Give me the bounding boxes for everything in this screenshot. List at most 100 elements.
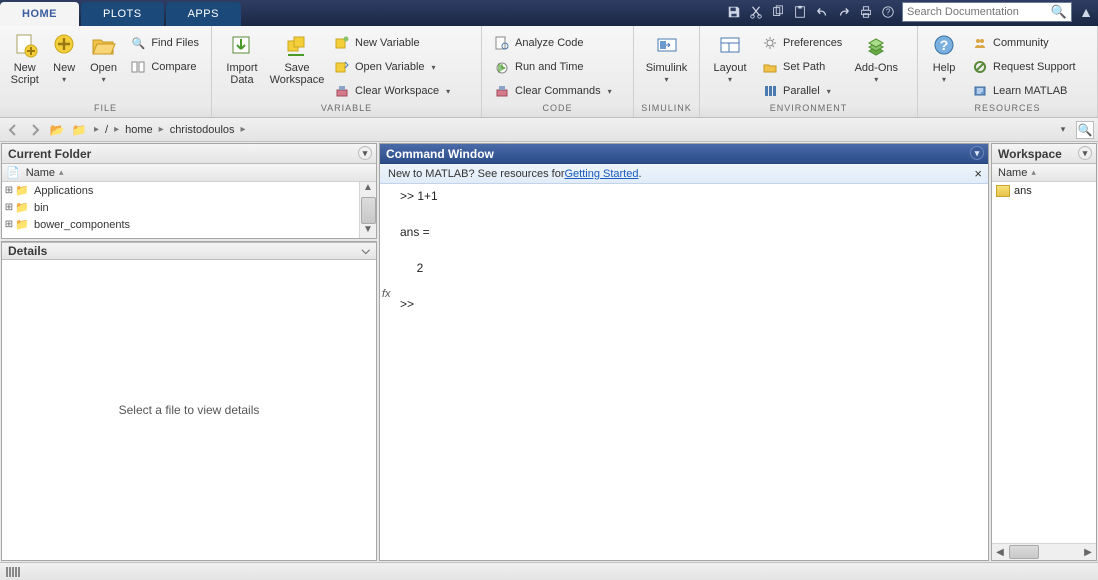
breadcrumb-user[interactable]: christodoulos — [170, 124, 235, 136]
redo-icon[interactable] — [836, 4, 852, 20]
save-icon[interactable] — [726, 4, 742, 20]
horizontal-scrollbar[interactable]: ◀▶ — [992, 543, 1096, 560]
scroll-right-icon[interactable]: ▶ — [1080, 547, 1096, 558]
up-folder-icon[interactable]: 📂 — [48, 121, 66, 139]
open-variable-button[interactable]: Open Variable▾ — [328, 56, 456, 78]
parallel-icon — [762, 83, 778, 99]
tab-home[interactable]: HOME — [0, 2, 79, 26]
fx-prompt-icon[interactable]: fx — [382, 286, 391, 303]
details-title[interactable]: Details ⌵ — [2, 242, 376, 260]
search-icon[interactable]: 🔍 — [1051, 4, 1067, 20]
analyze-code-button[interactable]: Analyze Code — [488, 32, 618, 54]
details-title-label: Details — [8, 244, 47, 258]
learn-matlab-button[interactable]: Learn MATLAB — [966, 80, 1082, 102]
current-folder-title[interactable]: Current Folder▾ — [2, 144, 376, 164]
clear-commands-icon — [494, 83, 510, 99]
close-banner-icon[interactable]: × — [974, 166, 982, 181]
vertical-scrollbar[interactable]: ▲▼ — [359, 182, 376, 238]
layout-button[interactable]: Layout — [706, 30, 754, 86]
find-files-button[interactable]: 🔍Find Files — [124, 32, 205, 54]
cut-icon[interactable] — [748, 4, 764, 20]
undo-icon[interactable] — [814, 4, 830, 20]
expand-icon[interactable]: ⊞ — [4, 202, 14, 213]
variable-icon — [996, 185, 1010, 197]
scroll-up-icon[interactable]: ▲ — [363, 182, 373, 196]
file-tree-row[interactable]: ⊞📁bower_components — [2, 216, 376, 233]
expand-icon[interactable]: ⊞ — [4, 185, 14, 196]
chevron-down-icon[interactable]: ⌵ — [362, 245, 370, 258]
simulink-icon — [653, 32, 681, 60]
open-folder-icon — [90, 32, 118, 60]
name-column-label: Name — [26, 167, 55, 179]
workspace-title[interactable]: Workspace▾ — [992, 144, 1096, 164]
help-qat-icon[interactable]: ? — [880, 4, 896, 20]
support-label: Request Support — [993, 61, 1076, 73]
panel-menu-icon[interactable]: ▾ — [1078, 146, 1092, 160]
svg-text:?: ? — [886, 8, 891, 17]
expand-icon[interactable]: ⊞ — [4, 219, 14, 230]
dropdown-icon: ▾ — [446, 87, 450, 96]
breadcrumb-home[interactable]: home — [125, 124, 153, 136]
panel-menu-icon[interactable]: ▾ — [358, 146, 372, 160]
open-button[interactable]: Open — [85, 30, 122, 86]
main-layout: Current Folder▾ 📄Name▴ ⊞📁Applications ⊞📁… — [0, 142, 1098, 562]
set-path-button[interactable]: Set Path — [756, 56, 848, 78]
breadcrumb-dropdown-icon[interactable]: ▾ — [1054, 121, 1072, 139]
file-tree-row[interactable]: ⊞📁Applications — [2, 182, 376, 199]
workspace-name-column[interactable]: Name▴ — [992, 164, 1096, 182]
file-tree: ⊞📁Applications ⊞📁bin ⊞📁bower_components … — [2, 182, 376, 238]
parallel-button[interactable]: Parallel▾ — [756, 80, 848, 102]
file-tree-row[interactable]: ⊞📁bin — [2, 199, 376, 216]
paste-icon[interactable] — [792, 4, 808, 20]
group-environment-label: ENVIRONMENT — [700, 103, 917, 117]
current-folder-panel: Current Folder▾ 📄Name▴ ⊞📁Applications ⊞📁… — [1, 143, 377, 239]
simulink-button[interactable]: Simulink — [640, 30, 693, 86]
community-button[interactable]: Community — [966, 32, 1082, 54]
breadcrumb-root[interactable]: / — [105, 124, 108, 136]
preferences-button[interactable]: Preferences — [756, 32, 848, 54]
forward-icon[interactable] — [26, 121, 44, 139]
copy-icon[interactable] — [770, 4, 786, 20]
new-variable-button[interactable]: New Variable — [328, 32, 456, 54]
addons-button[interactable]: Add-Ons — [850, 30, 902, 86]
import-data-button[interactable]: ImportData — [218, 30, 266, 86]
search-input[interactable] — [907, 6, 1051, 18]
group-file-label: FILE — [0, 103, 211, 117]
request-support-button[interactable]: Request Support — [966, 56, 1082, 78]
layout-label: Layout — [713, 62, 746, 86]
search-folder-icon[interactable]: 🔍 — [1076, 121, 1094, 139]
run-and-time-button[interactable]: Run and Time — [488, 56, 618, 78]
group-variable-label: VARIABLE — [212, 103, 481, 117]
new-variable-label: New Variable — [355, 37, 420, 49]
name-column-header[interactable]: 📄Name▴ — [2, 164, 376, 182]
support-icon — [972, 59, 988, 75]
new-script-button[interactable]: NewScript — [6, 30, 43, 86]
save-workspace-button[interactable]: SaveWorkspace — [268, 30, 326, 86]
browse-folder-icon[interactable]: 📁 — [70, 121, 88, 139]
scroll-left-icon[interactable]: ◀ — [992, 547, 1008, 558]
simulink-label: Simulink — [646, 62, 688, 86]
new-button[interactable]: New — [45, 30, 82, 86]
clear-commands-button[interactable]: Clear Commands▾ — [488, 80, 618, 102]
command-window-body[interactable]: fx>> 1+1ans = 2>> — [380, 184, 988, 560]
scroll-thumb[interactable] — [361, 197, 376, 224]
getting-started-link[interactable]: Getting Started — [564, 168, 638, 180]
tab-plots[interactable]: PLOTS — [81, 2, 164, 26]
run-time-label: Run and Time — [515, 61, 583, 73]
scroll-thumb[interactable] — [1009, 545, 1039, 559]
minimize-toolstrip-icon[interactable]: ▲ — [1078, 4, 1094, 20]
scroll-down-icon[interactable]: ▼ — [363, 224, 373, 238]
breadcrumb-sep: ▸ — [94, 124, 99, 135]
help-button[interactable]: ? Help — [924, 30, 964, 86]
compare-button[interactable]: Compare — [124, 56, 205, 78]
tab-apps[interactable]: APPS — [166, 2, 241, 26]
print-icon[interactable] — [858, 4, 874, 20]
workspace-variable-row[interactable]: ans — [992, 182, 1096, 199]
save-workspace-icon — [283, 32, 311, 60]
search-documentation[interactable]: 🔍 — [902, 2, 1072, 22]
command-window-title[interactable]: Command Window▾ — [380, 144, 988, 164]
command-window-panel: Command Window▾ New to MATLAB? See resou… — [379, 143, 989, 561]
back-icon[interactable] — [4, 121, 22, 139]
panel-menu-icon[interactable]: ▾ — [970, 146, 984, 160]
clear-workspace-button[interactable]: Clear Workspace▾ — [328, 80, 456, 102]
